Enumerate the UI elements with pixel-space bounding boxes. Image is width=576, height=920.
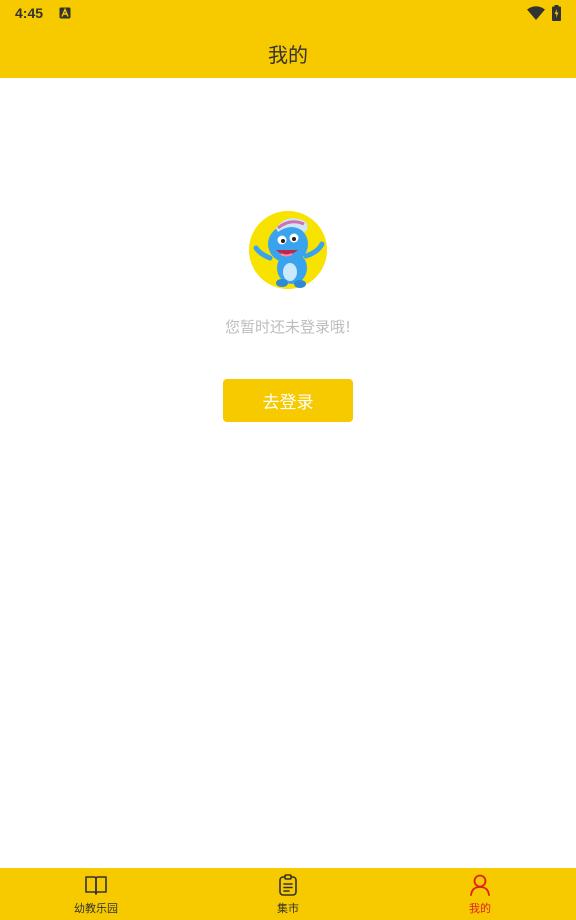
app-header: 我的	[0, 28, 576, 78]
tab-label: 我的	[469, 902, 491, 915]
login-button[interactable]: 去登录	[223, 379, 353, 422]
tab-label: 幼教乐园	[74, 902, 118, 915]
tab-market[interactable]: 集市	[192, 868, 384, 920]
page-title: 我的	[268, 42, 308, 67]
tab-mine[interactable]: 我的	[384, 868, 576, 920]
clipboard-icon	[279, 874, 297, 896]
status-bar: 4:45	[0, 0, 576, 28]
a-badge-icon	[59, 7, 71, 19]
status-time: 4:45	[15, 5, 44, 21]
tab-kindergarten[interactable]: 幼教乐园	[0, 868, 192, 920]
user-icon	[470, 874, 490, 896]
tab-label: 集市	[277, 902, 299, 915]
mascot-avatar	[248, 210, 328, 290]
login-prompt-text: 您暂时还未登录哦!	[224, 318, 351, 336]
wifi-icon	[527, 6, 545, 20]
bottom-nav: 幼教乐园 集市 我的	[0, 868, 576, 920]
book-icon	[85, 876, 107, 895]
battery-charging-icon	[552, 5, 561, 21]
